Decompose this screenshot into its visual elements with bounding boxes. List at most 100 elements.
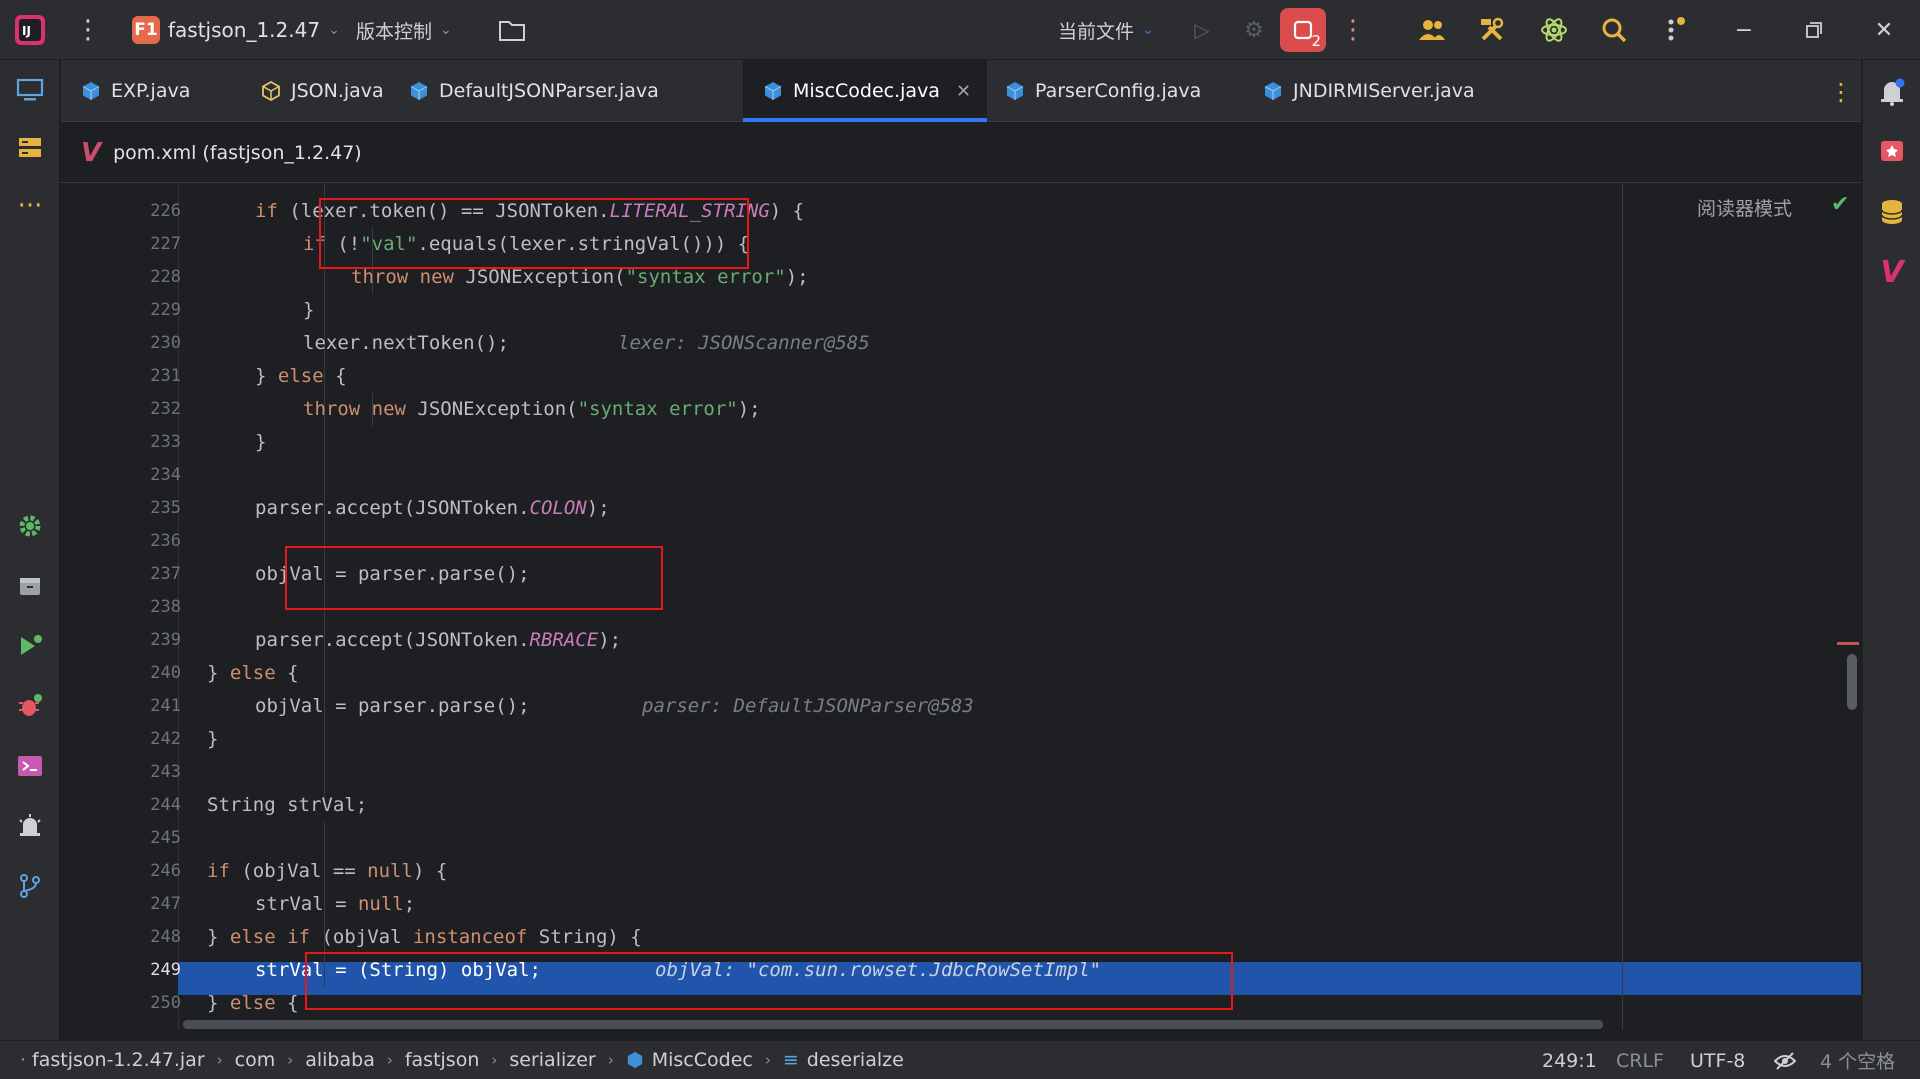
line-number[interactable]: 235 — [61, 492, 181, 525]
code-line[interactable]: } else { — [207, 657, 299, 690]
code-line[interactable]: } else { — [255, 360, 347, 393]
code-line[interactable]: if (objVal == null) { — [207, 855, 447, 888]
line-number[interactable]: 244 — [61, 789, 181, 822]
line-number[interactable]: 247 — [61, 888, 181, 921]
line-number[interactable]: 237 — [61, 558, 181, 591]
inspection-ok-check-icon[interactable]: ✔ — [1831, 192, 1849, 217]
tabs-more-icon[interactable]: ⋮ — [1821, 72, 1861, 112]
readonly-eye-icon[interactable] — [1774, 1041, 1796, 1079]
breadcrumb-item[interactable]: com — [235, 1049, 276, 1071]
caret-position[interactable]: 249:1 — [1542, 1041, 1597, 1079]
code-line[interactable]: lexer.nextToken(); — [303, 327, 509, 360]
search-icon[interactable] — [1594, 12, 1634, 48]
close-tab-icon[interactable]: ✕ — [956, 81, 971, 102]
file-encoding[interactable]: UTF-8 — [1690, 1041, 1745, 1079]
line-number[interactable]: 226 — [61, 195, 181, 228]
main-menu-icon[interactable]: ⋮ — [70, 10, 106, 50]
notifications-bell-icon[interactable] — [1872, 72, 1912, 112]
reader-mode-toggle[interactable]: 阅读器模式 — [1697, 194, 1792, 221]
line-number[interactable]: 238 — [61, 591, 181, 624]
breadcrumb-item[interactable]: fastjson-1.2.47.jar — [32, 1049, 205, 1071]
code-editor[interactable]: 225 226 227 228 229 230 231 232 233 234 … — [61, 184, 1861, 1030]
code-with-me-icon[interactable] — [1412, 12, 1452, 48]
run-icon[interactable]: ▷ — [1184, 12, 1220, 48]
tab-misccodec-java[interactable]: MiscCodec.java ✕ — [743, 60, 987, 122]
code-line[interactable]: } — [207, 723, 218, 756]
code-line[interactable]: } else { — [207, 987, 299, 1020]
run-tool-icon[interactable] — [10, 626, 50, 666]
code-line[interactable]: parser.accept(JSONToken.RBRACE); — [255, 624, 621, 657]
bookmark-plugin-icon[interactable] — [1872, 132, 1912, 172]
ai-assistant-icon[interactable] — [1534, 12, 1574, 48]
line-number[interactable]: 229 — [61, 294, 181, 327]
debug-tool-icon[interactable] — [10, 686, 50, 726]
line-number[interactable]: 233 — [61, 426, 181, 459]
code-line[interactable]: throw new JSONException("syntax error"); — [303, 393, 761, 426]
line-number[interactable]: 250 — [61, 987, 181, 1020]
line-number-current[interactable]: 249 — [61, 954, 181, 987]
line-number[interactable]: 243 — [61, 756, 181, 789]
line-number[interactable]: 234 — [61, 459, 181, 492]
tab-defaultjsonparser-java[interactable]: DefaultJSONParser.java — [389, 60, 679, 122]
database-archive-icon[interactable] — [10, 566, 50, 606]
debug-bug-icon[interactable]: ⚙ — [1236, 12, 1272, 48]
project-badge[interactable]: F1 — [132, 16, 160, 44]
intellij-logo-icon[interactable]: IJ — [12, 12, 48, 48]
line-number[interactable]: 242 — [61, 723, 181, 756]
line-number[interactable]: 232 — [61, 393, 181, 426]
breadcrumb-item[interactable]: alibaba — [305, 1049, 375, 1071]
error-stripe-mark[interactable] — [1837, 642, 1859, 645]
vertical-scrollbar[interactable] — [1847, 654, 1857, 710]
line-number[interactable]: 248 — [61, 921, 181, 954]
structure-icon[interactable] — [10, 128, 50, 168]
minimize-icon[interactable]: − — [1722, 12, 1766, 48]
line-number[interactable]: 228 — [61, 261, 181, 294]
database-icon[interactable] — [1872, 192, 1912, 232]
line-number[interactable]: 231 — [61, 360, 181, 393]
restore-icon[interactable] — [1792, 12, 1836, 48]
code-line[interactable]: objVal = parser.parse(); — [255, 690, 530, 723]
line-ending[interactable]: CRLF — [1616, 1041, 1664, 1079]
code-line[interactable]: parser.accept(JSONToken.COLON); — [255, 492, 610, 525]
line-number[interactable]: 246 — [61, 855, 181, 888]
maven-icon[interactable]: V — [1872, 252, 1912, 292]
tab-exp-java[interactable]: EXP.java — [61, 60, 191, 122]
indent-setting[interactable]: 4 个空格 — [1820, 1041, 1895, 1079]
line-number[interactable]: 241 — [61, 690, 181, 723]
services-gear-icon[interactable] — [10, 506, 50, 546]
close-window-icon[interactable]: ✕ — [1862, 12, 1906, 48]
build-tools-icon[interactable] — [1472, 12, 1512, 48]
file-header-label[interactable]: pom.xml (fastjson_1.2.47) — [113, 142, 362, 164]
git-branch-icon[interactable] — [10, 866, 50, 906]
line-number[interactable]: 225 — [61, 184, 181, 195]
code-line[interactable]: } — [303, 294, 314, 327]
vcs-menu[interactable]: 版本控制 ⌄ — [356, 13, 452, 47]
project-view-icon[interactable] — [10, 70, 50, 110]
tab-json-java[interactable]: JSON.java — [241, 60, 391, 122]
settings-updates-icon[interactable] — [1656, 12, 1696, 48]
line-number[interactable]: 230 — [61, 327, 181, 360]
code-line[interactable]: } else if (objVal instanceof String) { — [207, 921, 642, 954]
run-config-selector[interactable]: 当前文件 ⌄ — [1058, 13, 1154, 47]
horizontal-scrollbar[interactable] — [183, 1020, 1603, 1029]
breadcrumb-item[interactable]: fastjson — [405, 1049, 480, 1071]
tab-jndirmiserver-java[interactable]: JNDIRMIServer.java — [1243, 60, 1533, 122]
project-selector[interactable]: fastjson_1.2.47 ⌄ — [168, 13, 340, 47]
line-number[interactable]: 239 — [61, 624, 181, 657]
project-folder-icon[interactable] — [492, 12, 532, 48]
more-tool-windows-icon[interactable]: ··· — [10, 186, 50, 226]
line-number[interactable]: 240 — [61, 657, 181, 690]
line-number[interactable]: 236 — [61, 525, 181, 558]
line-number[interactable]: 227 — [61, 228, 181, 261]
line-number[interactable]: 245 — [61, 822, 181, 855]
stop-button[interactable]: 2 — [1280, 8, 1326, 52]
code-line[interactable]: String strVal; — [207, 789, 367, 822]
breadcrumb-item[interactable]: deserialze — [807, 1049, 904, 1071]
more-actions-icon[interactable]: ⋮ — [1338, 12, 1368, 48]
breadcrumb-item[interactable]: serializer — [509, 1049, 595, 1071]
problems-alarm-icon[interactable] — [10, 806, 50, 846]
code-line[interactable]: } — [255, 426, 266, 459]
code-line[interactable]: strVal = null; — [255, 888, 415, 921]
tab-parserconfig-java[interactable]: ParserConfig.java — [985, 60, 1245, 122]
terminal-icon[interactable] — [10, 746, 50, 786]
